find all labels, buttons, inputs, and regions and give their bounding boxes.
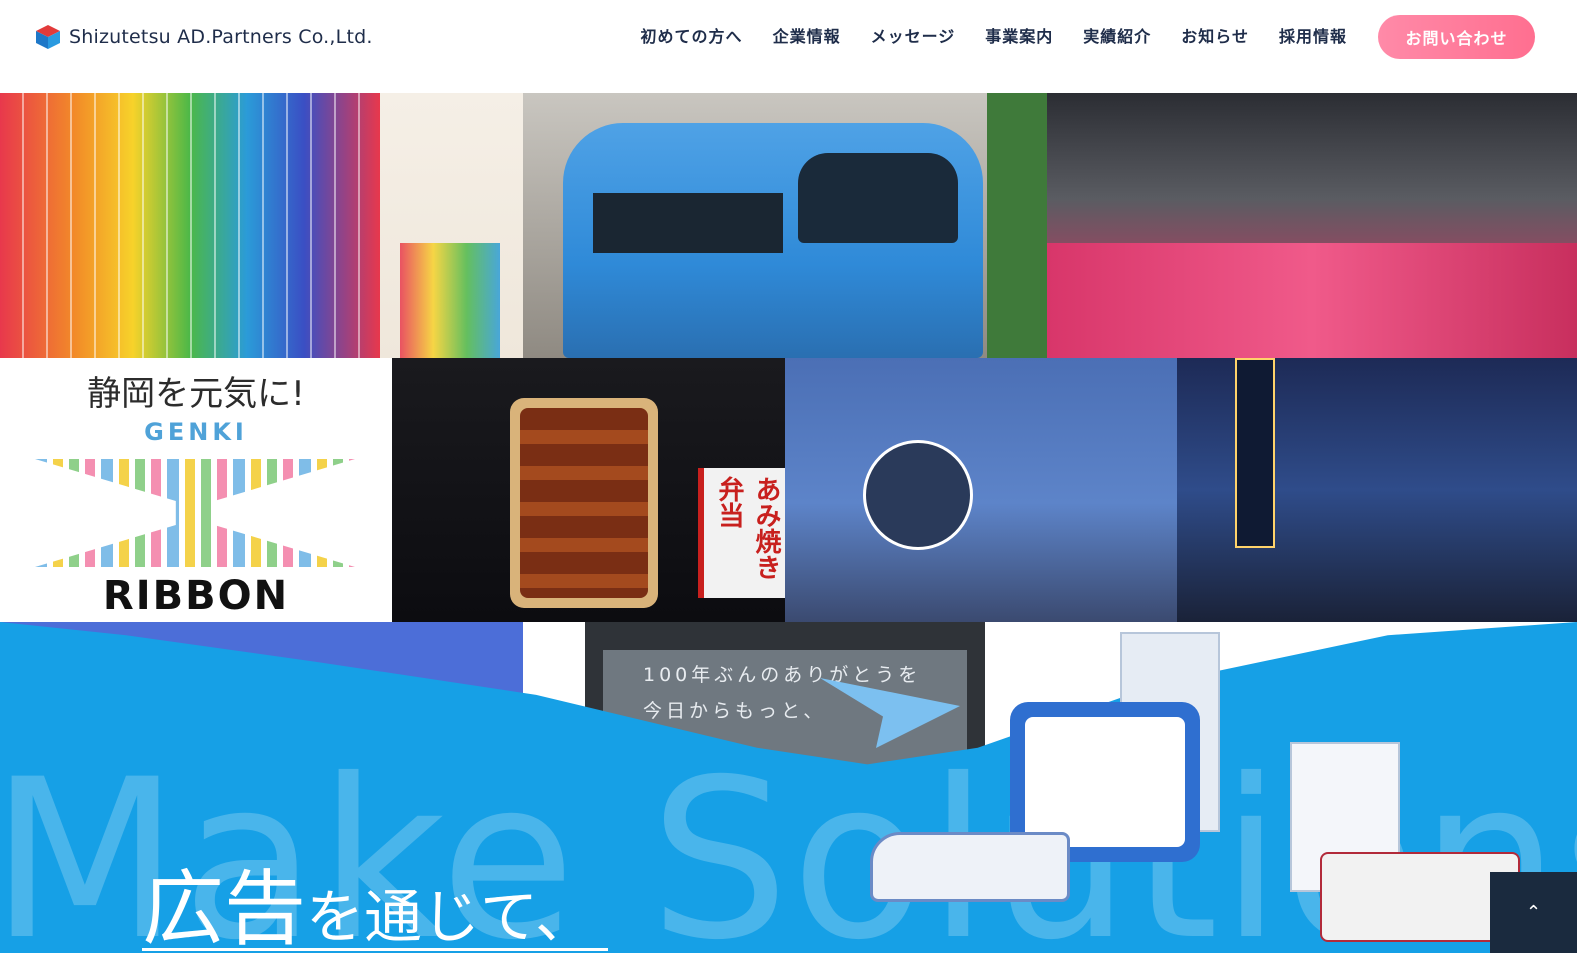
gallery-photo-night-city xyxy=(1177,358,1577,622)
nav-works[interactable]: 実績紹介 xyxy=(1083,23,1151,47)
gallery-photo-pinwheels xyxy=(0,93,523,358)
train-front-window xyxy=(798,153,958,243)
train-illustration xyxy=(870,832,1070,902)
chevron-up-icon: ⌃ xyxy=(1525,902,1542,922)
event-floor xyxy=(1047,243,1577,358)
pinwheel-wall-far xyxy=(400,243,500,358)
hero-title: 広告を通じて、 xyxy=(142,842,593,953)
nav-news[interactable]: お知らせ xyxy=(1181,23,1249,47)
nav-company-info[interactable]: 企業情報 xyxy=(773,23,841,47)
pinwheel-wall xyxy=(0,93,380,358)
hero-section: 100年ぶんのありがとうを 今日からもっと、 この街へ。 Make Soluti… xyxy=(0,622,1577,953)
ribbon-graphic xyxy=(35,459,355,567)
bento-food xyxy=(520,408,648,598)
blue-train xyxy=(563,123,983,358)
gallery-photo-train xyxy=(523,93,1047,358)
tablet-line-2: 今日からもっと、 xyxy=(643,700,827,722)
main-nav: 初めての方へ 企業情報 メッセージ 事業案内 実績紹介 お知らせ 採用情報 xyxy=(641,23,1347,47)
monitor-screen xyxy=(1025,717,1185,847)
tablet-line-1: 100年ぶんのありがとうを xyxy=(643,664,922,686)
nav-first-time[interactable]: 初めての方へ xyxy=(641,23,743,47)
trees xyxy=(987,93,1047,358)
logo-text: Shizutetsu AD.Partners Co.,Ltd. xyxy=(69,26,373,48)
hero-title-underline xyxy=(142,948,608,951)
hero-title-main: 広告 xyxy=(142,862,307,953)
site-logo[interactable]: Shizutetsu AD.Partners Co.,Ltd. xyxy=(33,22,373,52)
handshake-circle xyxy=(863,440,973,550)
hero-title-rest: を通じて、 xyxy=(306,883,594,951)
isometric-city-illustration xyxy=(870,632,1560,953)
shizutetsu-logo-icon xyxy=(36,25,60,49)
gallery-photo-network xyxy=(785,358,1177,622)
gallery-photo-event-hall xyxy=(1047,93,1577,358)
bento-label: あみ焼き弁当 xyxy=(698,468,785,598)
train-side-windows xyxy=(593,193,783,253)
back-to-top-button[interactable]: ⌃ xyxy=(1490,872,1577,953)
nav-message[interactable]: メッセージ xyxy=(871,23,956,47)
gallery-photo-bento: あみ焼き弁当 xyxy=(392,358,785,622)
contact-button[interactable]: お問い合わせ xyxy=(1378,15,1535,59)
ribbon-word: RIBBON xyxy=(102,573,290,619)
nav-business[interactable]: 事業案内 xyxy=(985,23,1053,47)
gallery-genki-ribbon: 静岡を元気に! GENKI RIBBON xyxy=(0,358,392,622)
genki-word: GENKI xyxy=(144,418,248,446)
tower-building xyxy=(1235,358,1275,548)
bento-box xyxy=(510,398,658,608)
nav-recruit[interactable]: 採用情報 xyxy=(1279,23,1347,47)
genki-title: 静岡を元気に! xyxy=(87,374,305,414)
site-header: Shizutetsu AD.Partners Co.,Ltd. 初めての方へ 企… xyxy=(0,0,1577,93)
